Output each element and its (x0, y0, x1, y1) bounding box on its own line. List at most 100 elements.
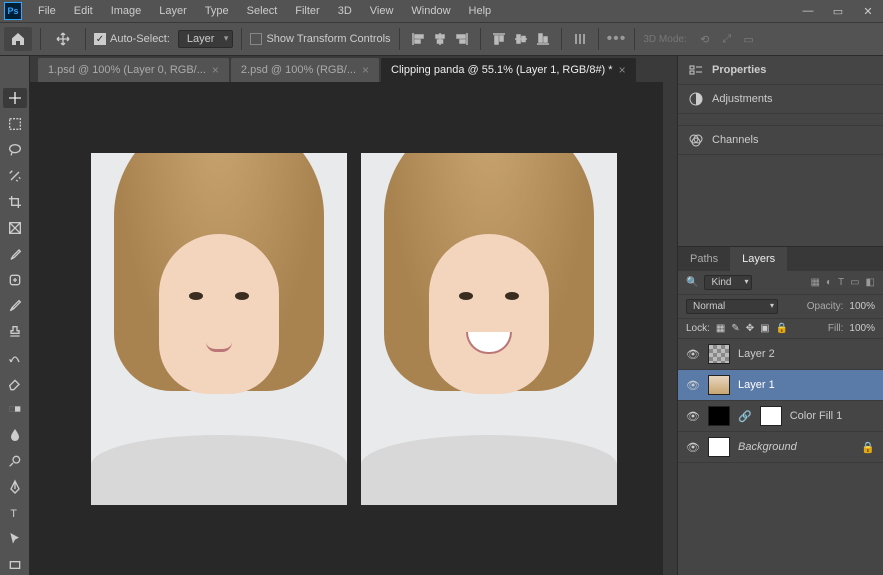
close-icon[interactable]: × (619, 63, 626, 77)
gradient-tool[interactable] (3, 399, 27, 419)
paths-tab[interactable]: Paths (678, 247, 730, 271)
blur-tool[interactable] (3, 425, 27, 445)
close-button[interactable]: ✕ (853, 0, 883, 22)
move-tool[interactable] (3, 88, 27, 108)
opacity-value[interactable]: 100% (849, 301, 875, 312)
adjustments-icon (688, 92, 704, 106)
show-transform-checkbox[interactable]: Show Transform Controls (250, 33, 390, 45)
visibility-toggle[interactable]: 👁 (686, 379, 700, 392)
align-right-icon[interactable] (452, 29, 472, 49)
rectangle-tool[interactable] (3, 555, 27, 575)
3d-slide-icon[interactable]: ▭ (739, 29, 759, 49)
magic-wand-tool[interactable] (3, 166, 27, 186)
filter-shape-icon[interactable]: ▭ (850, 277, 859, 288)
properties-label: Properties (712, 64, 766, 76)
lasso-tool[interactable] (3, 140, 27, 160)
app-icon: Ps (4, 2, 22, 20)
titlebar: Ps File Edit Image Layer Type Select Fil… (0, 0, 883, 22)
type-tool[interactable]: T (3, 503, 27, 523)
eraser-tool[interactable] (3, 373, 27, 393)
menu-view[interactable]: View (362, 2, 402, 20)
menu-select[interactable]: Select (239, 2, 286, 20)
stamp-tool[interactable] (3, 322, 27, 342)
document-tab[interactable]: Clipping panda @ 55.1% (Layer 1, RGB/8#)… (381, 58, 636, 82)
align-horizontal-group (408, 29, 472, 49)
layer-name: Layer 1 (738, 379, 775, 391)
menu-edit[interactable]: Edit (66, 2, 101, 20)
visibility-toggle[interactable]: 👁 (686, 441, 700, 454)
path-selection-tool[interactable] (3, 529, 27, 549)
brush-tool[interactable] (3, 296, 27, 316)
menu-type[interactable]: Type (197, 2, 237, 20)
lock-transparent-icon[interactable]: ▦ (716, 323, 725, 334)
lock-position-icon[interactable]: ✥ (746, 323, 754, 334)
align-left-icon[interactable] (408, 29, 428, 49)
history-brush-tool[interactable] (3, 348, 27, 368)
svg-text:T: T (10, 508, 17, 520)
move-tool-indicator[interactable] (49, 27, 77, 51)
lock-brush-icon[interactable]: ✎ (731, 323, 739, 334)
menu-help[interactable]: Help (461, 2, 500, 20)
visibility-toggle[interactable]: 👁 (686, 410, 700, 423)
eyedropper-tool[interactable] (3, 244, 27, 264)
lock-all-icon[interactable]: 🔒 (776, 323, 788, 334)
align-bottom-icon[interactable] (533, 29, 553, 49)
align-center-v-icon[interactable] (511, 29, 531, 49)
properties-panel-tab[interactable]: Properties (678, 56, 883, 85)
tab-label: Clipping panda @ 55.1% (Layer 1, RGB/8#)… (391, 64, 613, 76)
layer-row[interactable]: 👁 Background 🔒 (678, 432, 883, 463)
marquee-tool[interactable] (3, 114, 27, 134)
fill-value[interactable]: 100% (849, 323, 875, 334)
frame-tool[interactable] (3, 218, 27, 238)
filter-smart-icon[interactable]: ◧ (866, 277, 875, 288)
kind-filter-dropdown[interactable]: Kind (704, 275, 752, 290)
pen-tool[interactable] (3, 477, 27, 497)
layers-tab[interactable]: Layers (730, 247, 787, 271)
filter-type-icon[interactable]: T (838, 277, 844, 288)
tab-label: 2.psd @ 100% (RGB/... (241, 64, 356, 76)
canvas[interactable] (30, 82, 677, 575)
crop-tool[interactable] (3, 192, 27, 212)
align-center-h-icon[interactable] (430, 29, 450, 49)
lock-artboard-icon[interactable]: ▣ (760, 323, 769, 334)
menubar: File Edit Image Layer Type Select Filter… (30, 2, 499, 20)
auto-select-checkbox[interactable]: ✓ Auto-Select: (94, 33, 170, 45)
home-button[interactable] (4, 27, 32, 51)
document-tab[interactable]: 1.psd @ 100% (Layer 0, RGB/...× (38, 58, 229, 82)
auto-select-target-dropdown[interactable]: Layer (178, 30, 234, 48)
menu-window[interactable]: Window (403, 2, 458, 20)
layer-row[interactable]: 👁 🔗 Color Fill 1 (678, 401, 883, 432)
divider (561, 28, 562, 50)
menu-layer[interactable]: Layer (151, 2, 195, 20)
menu-file[interactable]: File (30, 2, 64, 20)
3d-pan-icon[interactable]: ⤢ (717, 29, 737, 49)
document-area: 1.psd @ 100% (Layer 0, RGB/...× 2.psd @ … (30, 56, 677, 575)
healing-brush-tool[interactable] (3, 270, 27, 290)
menu-image[interactable]: Image (103, 2, 150, 20)
distribute-icon[interactable] (570, 29, 590, 49)
opacity-label: Opacity: (807, 301, 844, 312)
close-icon[interactable]: × (212, 63, 219, 77)
channels-panel-tab[interactable]: Channels (678, 126, 883, 155)
adjustments-panel-tab[interactable]: Adjustments (678, 85, 883, 114)
close-icon[interactable]: × (362, 63, 369, 77)
layer-thumbnail (708, 406, 730, 426)
visibility-toggle[interactable]: 👁 (686, 348, 700, 361)
dodge-tool[interactable] (3, 451, 27, 471)
layer-row[interactable]: 👁 Layer 2 (678, 339, 883, 370)
more-options-icon[interactable]: ••• (607, 30, 627, 48)
divider (480, 28, 481, 50)
menu-filter[interactable]: Filter (287, 2, 327, 20)
minimize-button[interactable]: ― (793, 0, 823, 22)
3d-orbit-icon[interactable]: ⟲ (695, 29, 715, 49)
filter-adjustment-icon[interactable]: ◐ (826, 277, 832, 288)
menu-3d[interactable]: 3D (330, 2, 360, 20)
blend-mode-dropdown[interactable]: Normal (686, 299, 778, 314)
filter-pixel-icon[interactable]: ▦ (810, 277, 819, 288)
layer-row[interactable]: 👁 Layer 1 (678, 370, 883, 401)
maximize-button[interactable]: ▭ (823, 0, 853, 22)
document-tab[interactable]: 2.psd @ 100% (RGB/... × (231, 58, 379, 82)
blend-opacity-row: Normal Opacity: 100% (678, 295, 883, 319)
align-top-icon[interactable] (489, 29, 509, 49)
lock-fill-row: Lock: ▦ ✎ ✥ ▣ 🔒 Fill: 100% (678, 319, 883, 339)
